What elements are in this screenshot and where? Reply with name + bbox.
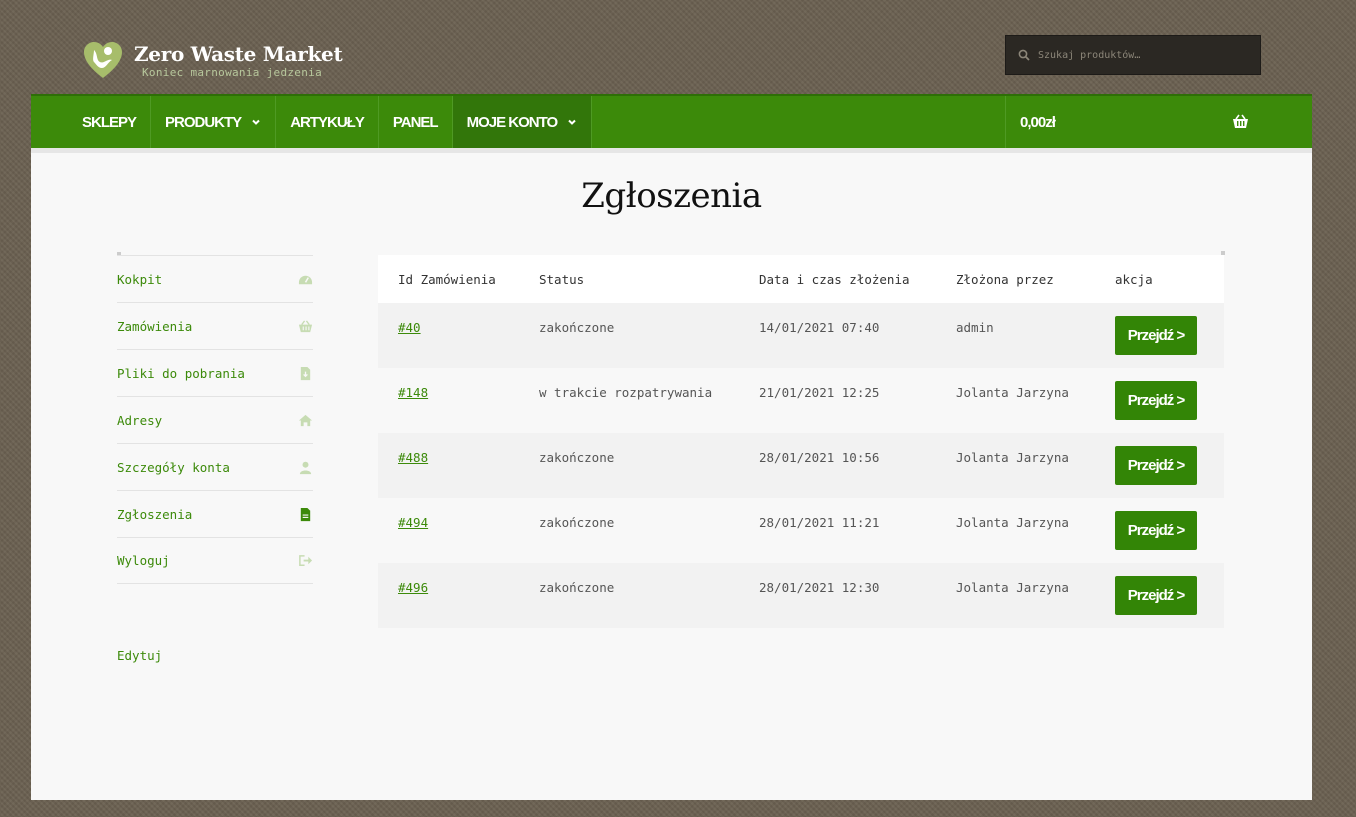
table-row: #496 zakończone 28/01/2021 12:30 Jolanta… xyxy=(378,563,1224,628)
column-header: Złożona przez xyxy=(936,255,1095,303)
date-cell: 14/01/2021 07:40 xyxy=(739,303,936,368)
status-cell: zakończone xyxy=(519,563,739,628)
dashboard-icon xyxy=(298,275,313,284)
chevron-down-icon xyxy=(568,119,576,125)
account-nav-adresy[interactable]: Adresy xyxy=(117,396,313,443)
masthead: Zero Waste Market Koniec marnowania jedz… xyxy=(0,0,1356,94)
view-button[interactable]: Przejdź > xyxy=(1115,511,1197,550)
submitted-by-cell: Jolanta Jarzyna xyxy=(936,368,1095,433)
site-title: Zero Waste Market xyxy=(134,42,343,66)
date-cell: 28/01/2021 10:56 xyxy=(739,433,936,498)
view-button[interactable]: Przejdź > xyxy=(1115,446,1197,485)
date-cell: 28/01/2021 11:21 xyxy=(739,498,936,563)
nav-label: MOJE KONTO xyxy=(466,113,559,131)
logo-heart-icon xyxy=(84,42,122,78)
table-row: #148 w trakcie rozpatrywania 21/01/2021 … xyxy=(378,368,1224,433)
product-search[interactable] xyxy=(1005,35,1261,75)
order-id-link[interactable]: #148 xyxy=(398,385,428,400)
file-download-icon xyxy=(300,366,311,380)
view-button[interactable]: Przejdź > xyxy=(1115,316,1197,355)
page-title: Zgłoszenia xyxy=(581,176,762,216)
nav-label: SKLEPY xyxy=(82,113,137,131)
account-nav-wyloguj[interactable]: Wyloguj xyxy=(117,537,313,584)
nav-label: PRODUKTY xyxy=(165,113,242,131)
column-header: Status xyxy=(519,255,739,303)
account-nav-szczegoly[interactable]: Szczegóły konta xyxy=(117,443,313,490)
view-button[interactable]: Przejdź > xyxy=(1115,576,1197,615)
cart-button[interactable]: 0,00zł xyxy=(1005,96,1312,148)
table-row: #488 zakończone 28/01/2021 10:56 Jolanta… xyxy=(378,433,1224,498)
submitted-by-cell: Jolanta Jarzyna xyxy=(936,433,1095,498)
menu-item-label: Kokpit xyxy=(117,271,163,287)
account-nav-zamowienia[interactable]: Zamówienia xyxy=(117,302,313,349)
menu-item-label: Zgłoszenia xyxy=(117,506,193,522)
column-header: akcja xyxy=(1095,255,1224,303)
view-button[interactable]: Przejdź > xyxy=(1115,381,1197,420)
nav-label: ARTYKUŁY xyxy=(290,113,365,131)
status-cell: zakończone xyxy=(519,433,739,498)
nav-label: PANEL xyxy=(392,113,439,131)
order-id-link[interactable]: #488 xyxy=(398,450,428,465)
search-icon xyxy=(1018,49,1030,61)
nav-item-artykuly[interactable]: ARTYKUŁY xyxy=(276,96,379,148)
status-cell: zakończone xyxy=(519,498,739,563)
order-id-link[interactable]: #494 xyxy=(398,515,428,530)
table-header-row: Id Zamówienia Status Data i czas złożeni… xyxy=(378,255,1224,303)
main-navigation: SKLEPY PRODUKTY ARTYKUŁY PANEL MOJE KONT… xyxy=(31,94,1312,148)
chevron-down-icon xyxy=(252,119,260,125)
account-navigation: Kokpit Zamówienia Pliki do pobrania Adre… xyxy=(117,252,313,584)
status-cell: w trakcie rozpatrywania xyxy=(519,368,739,433)
account-nav-zgloszenia[interactable]: Zgłoszenia xyxy=(117,490,313,537)
submitted-by-cell: admin xyxy=(936,303,1095,368)
nav-item-moje-konto[interactable]: MOJE KONTO xyxy=(452,96,593,148)
account-nav-pliki[interactable]: Pliki do pobrania xyxy=(117,349,313,396)
account-nav-kokpit[interactable]: Kokpit xyxy=(117,255,313,302)
claims-table: Id Zamówienia Status Data i czas złożeni… xyxy=(378,255,1224,628)
submitted-by-cell: Jolanta Jarzyna xyxy=(936,498,1095,563)
search-input[interactable] xyxy=(1038,49,1248,61)
site-tagline: Koniec marnowania jedzenia xyxy=(142,66,322,79)
basket-icon xyxy=(1233,114,1248,128)
cart-total: 0,00zł xyxy=(1020,113,1056,131)
sign-out-icon xyxy=(299,555,313,566)
menu-item-label: Szczegóły konta xyxy=(117,459,230,475)
file-text-icon xyxy=(300,507,311,521)
column-header: Data i czas złożenia xyxy=(739,255,936,303)
order-id-link[interactable]: #40 xyxy=(398,320,421,335)
divider xyxy=(117,252,121,255)
status-cell: zakończone xyxy=(519,303,739,368)
site-logo[interactable]: Zero Waste Market Koniec marnowania jedz… xyxy=(82,40,343,82)
menu-item-label: Zamówienia xyxy=(117,318,193,334)
date-cell: 21/01/2021 12:25 xyxy=(739,368,936,433)
nav-item-produkty[interactable]: PRODUKTY xyxy=(151,96,277,148)
home-icon xyxy=(298,414,313,426)
basket-icon xyxy=(298,319,313,332)
order-id-link[interactable]: #496 xyxy=(398,580,428,595)
menu-item-label: Wyloguj xyxy=(117,553,170,568)
submitted-by-cell: Jolanta Jarzyna xyxy=(936,563,1095,628)
edit-link[interactable]: Edytuj xyxy=(117,648,162,663)
column-header: Id Zamówienia xyxy=(378,255,519,303)
menu-item-label: Pliki do pobrania xyxy=(117,365,245,381)
nav-item-panel[interactable]: PANEL xyxy=(379,96,453,148)
date-cell: 28/01/2021 12:30 xyxy=(739,563,936,628)
user-icon xyxy=(299,461,312,474)
table-row: #494 zakończone 28/01/2021 11:21 Jolanta… xyxy=(378,498,1224,563)
main-content: Zgłoszenia Kokpit Zamówienia Pliki do po… xyxy=(31,148,1312,800)
table-row: #40 zakończone 14/01/2021 07:40 admin Pr… xyxy=(378,303,1224,368)
menu-item-label: Adresy xyxy=(117,412,163,428)
nav-item-sklepy[interactable]: SKLEPY xyxy=(31,96,152,148)
